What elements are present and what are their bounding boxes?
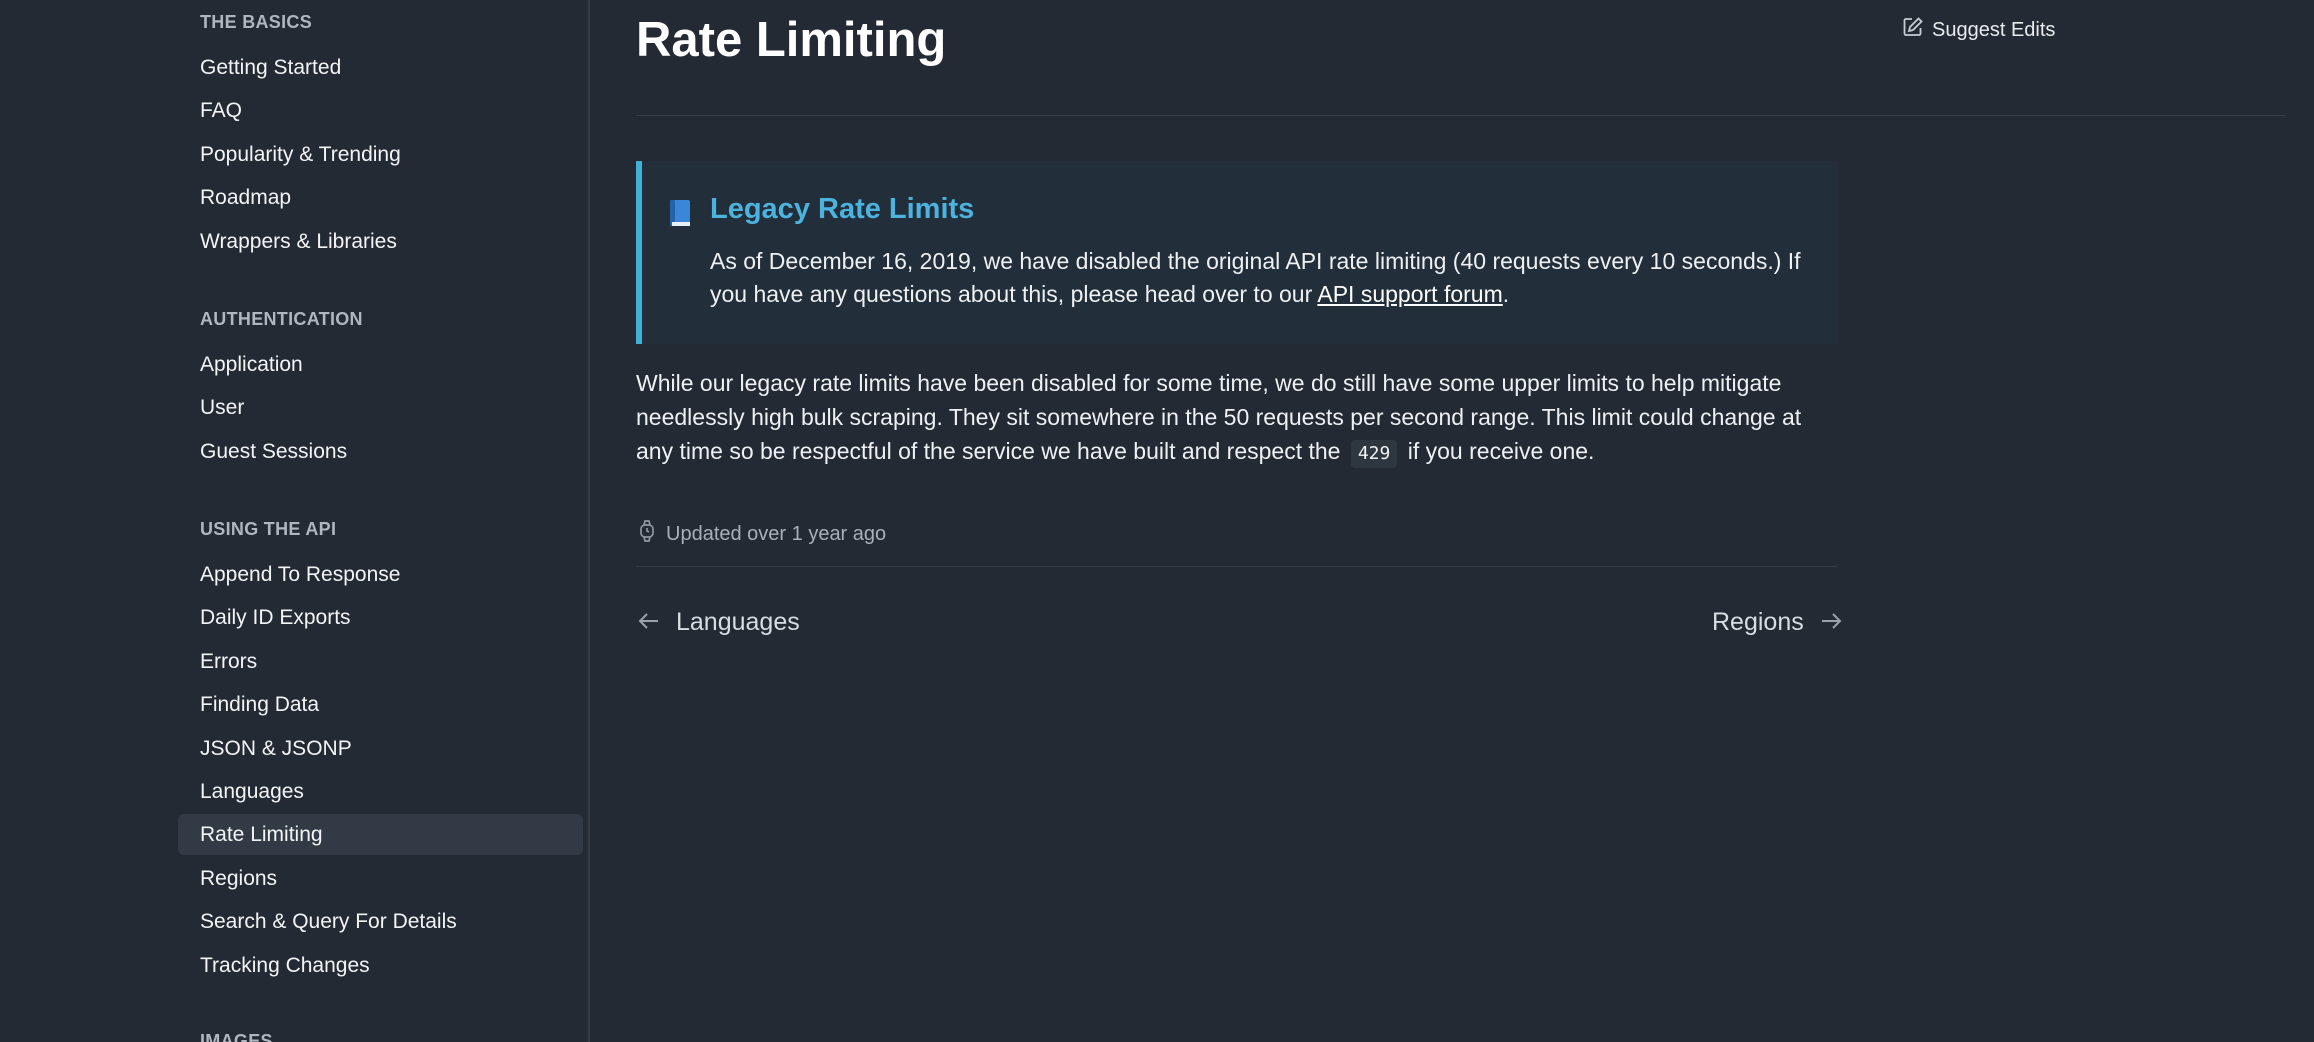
- prev-page-link[interactable]: Languages: [638, 608, 800, 637]
- callout-text-end: .: [1502, 281, 1510, 307]
- sidebar-item-tracking-changes[interactable]: Tracking Changes: [178, 945, 583, 986]
- edit-icon: [1902, 16, 1924, 44]
- next-page-link[interactable]: Regions: [1712, 608, 1842, 637]
- next-page-label: Regions: [1712, 608, 1804, 636]
- page-title: Rate Limiting: [636, 13, 947, 67]
- section-heading-the-basics: THE BASICS: [200, 12, 313, 32]
- sidebar-item-popularity-trending[interactable]: Popularity & Trending: [178, 134, 583, 175]
- paragraph-text-end: if you receive one.: [1401, 438, 1595, 464]
- paragraph-text: While our legacy rate limits have been d…: [636, 370, 1802, 464]
- callout-legacy-rate-limits: Legacy Rate Limits As of December 16, 20…: [636, 161, 1838, 344]
- updated-info: Updated over 1 year ago: [638, 519, 886, 549]
- sidebar-item-guest-sessions[interactable]: Guest Sessions: [178, 431, 583, 472]
- title-divider: [636, 115, 2286, 116]
- sidebar-item-append-to-response[interactable]: Append To Response: [178, 554, 583, 595]
- footer-divider: [636, 566, 1838, 567]
- suggest-edits-label: Suggest Edits: [1932, 18, 2056, 41]
- sidebar-item-finding-data[interactable]: Finding Data: [178, 684, 583, 725]
- sidebar-item-regions[interactable]: Regions: [178, 858, 583, 899]
- inline-code-429: 429: [1350, 440, 1398, 468]
- arrow-right-icon: [1820, 608, 1842, 637]
- sidebar-item-getting-started[interactable]: Getting Started: [178, 47, 583, 88]
- api-support-forum-link[interactable]: API support forum: [1317, 281, 1502, 307]
- body-paragraph: While our legacy rate limits have been d…: [636, 366, 1826, 468]
- sidebar-item-user[interactable]: User: [178, 387, 583, 428]
- sidebar-item-application[interactable]: Application: [178, 344, 583, 385]
- sidebar-item-roadmap[interactable]: Roadmap: [178, 177, 583, 218]
- updated-label: Updated over 1 year ago: [666, 522, 887, 545]
- sidebar-item-rate-limiting[interactable]: Rate Limiting: [178, 814, 583, 855]
- prev-page-label: Languages: [676, 608, 800, 636]
- sidebar-item-wrappers-libraries[interactable]: Wrappers & Libraries: [178, 221, 583, 262]
- section-heading-using-the-api: USING THE API: [200, 519, 337, 539]
- suggest-edits-button[interactable]: Suggest Edits: [1902, 16, 2055, 44]
- section-heading-images: IMAGES: [200, 1031, 273, 1042]
- watch-icon: [638, 519, 656, 549]
- sidebar-item-json-jsonp[interactable]: JSON & JSONP: [178, 728, 583, 769]
- sidebar-item-daily-id-exports[interactable]: Daily ID Exports: [178, 597, 583, 638]
- sidebar-item-search-query-for-details[interactable]: Search & Query For Details: [178, 901, 583, 942]
- callout-text: As of December 16, 2019, we have disable…: [710, 248, 1801, 307]
- sidebar-item-faq[interactable]: FAQ: [178, 90, 583, 131]
- arrow-left-icon: [638, 608, 660, 637]
- callout-body: As of December 16, 2019, we have disable…: [710, 245, 1820, 311]
- section-heading-authentication: AUTHENTICATION: [200, 309, 363, 329]
- sidebar-item-languages[interactable]: Languages: [178, 771, 583, 812]
- callout-title: Legacy Rate Limits: [710, 193, 975, 225]
- sidebar: THE BASICS Getting Started FAQ Popularit…: [0, 0, 590, 1042]
- blue-book-icon: [668, 199, 690, 227]
- sidebar-item-errors[interactable]: Errors: [178, 641, 583, 682]
